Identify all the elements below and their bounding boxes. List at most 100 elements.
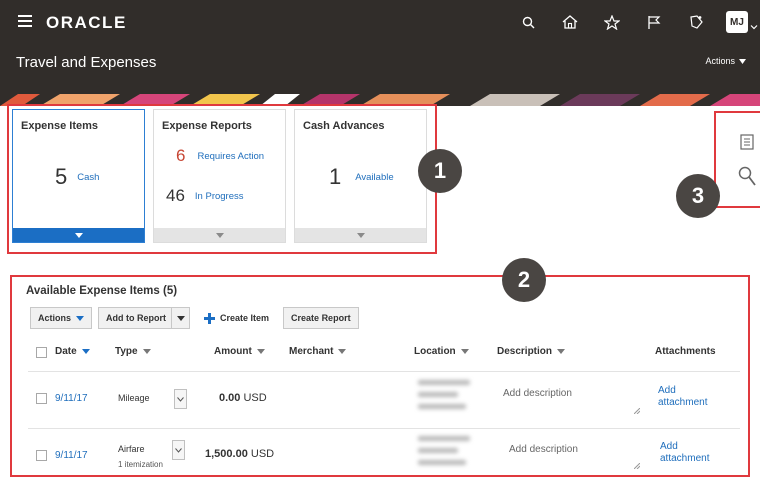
column-merchant[interactable]: Merchant [289,346,347,357]
caret-down-icon [460,349,469,354]
oracle-logo[interactable]: ORACLE [46,13,127,33]
column-date[interactable]: Date [55,346,90,357]
home-icon[interactable] [558,10,582,34]
row-date-link[interactable]: 9/11/17 [55,393,88,404]
add-to-report-label: Add to Report [106,313,167,323]
search-icon[interactable] [516,10,540,34]
add-attachment-link[interactable]: Add attachment [658,385,722,409]
add-attachment-link[interactable]: Add attachment [660,441,724,465]
row-checkbox[interactable] [36,450,47,461]
select-all-checkbox[interactable] [36,347,47,358]
caret-down-icon [176,315,185,321]
callout-box-3 [714,111,760,208]
actions-button-label: Actions [38,313,72,323]
column-amount-label: Amount [214,346,252,357]
card-title: Cash Advances [303,120,385,132]
column-location[interactable]: Location [414,346,469,357]
section-title: Available Expense Items (5) [26,285,178,297]
create-report-button[interactable]: Create Report [283,307,359,329]
caret-down-icon [81,349,90,354]
caret-down-icon [76,315,85,321]
caret-down-icon [142,349,151,354]
column-attachments: Attachments [655,346,716,357]
location-redacted [418,380,476,420]
items-toolbar: Actions Add to Report Create Item Create… [30,307,359,329]
row-amount-value: 1,500.00 [205,448,248,460]
cash-advances-card[interactable]: Cash Advances 1 Available [294,109,427,243]
row-amount-value: 0.00 [219,392,241,404]
plus-icon [204,312,216,324]
resize-handle-icon[interactable] [634,463,640,469]
card-title: Expense Reports [162,120,252,132]
create-item-button[interactable]: Create Item [196,307,278,329]
row-type: Mileage [118,393,150,403]
caret-down-icon [338,349,347,354]
search-icon[interactable] [736,165,758,187]
column-type[interactable]: Type [115,346,151,357]
description-input[interactable]: Add description [509,444,578,455]
divider [28,428,740,429]
card-expand-toggle[interactable] [295,228,426,242]
favorites-star-icon[interactable] [600,10,624,34]
available-link[interactable]: Available [355,172,393,183]
requires-action-count: 6 [176,146,186,165]
row-amount: 0.00 USD [219,392,267,404]
row-checkbox[interactable] [36,393,47,404]
add-to-report-button[interactable]: Add to Report [98,307,191,329]
cash-link[interactable]: Cash [77,172,99,183]
description-input[interactable]: Add description [503,388,572,399]
column-description[interactable]: Description [497,346,566,357]
column-description-label: Description [497,346,553,357]
row-currency: USD [243,392,267,404]
callout-badge-3: 3 [676,174,720,218]
page-actions-menu[interactable]: Actions [705,56,746,66]
caret-down-icon [215,232,224,238]
document-icon[interactable] [736,131,758,153]
notifications-icon[interactable] [684,10,708,34]
column-amount[interactable]: Amount [214,346,265,357]
in-progress-count: 46 [166,186,185,205]
global-header: ORACLE MJ [0,0,760,44]
available-count: 1 [329,164,342,189]
expense-items-card[interactable]: Expense Items 5 Cash [12,109,145,243]
column-date-label: Date [55,346,77,357]
type-select[interactable] [172,440,185,460]
chevron-down-icon [177,396,184,402]
page-header: Travel and Expenses Actions [0,44,760,94]
menu-icon[interactable] [18,15,32,27]
create-report-label: Create Report [291,313,351,323]
cash-count: 5 [55,164,68,189]
divider [28,371,740,372]
callout-badge-2: 2 [502,258,546,302]
resize-handle-icon[interactable] [634,408,640,414]
location-redacted [418,436,476,476]
caret-down-icon [356,232,365,238]
flag-icon[interactable] [642,10,666,34]
user-avatar[interactable]: MJ [726,11,748,33]
add-to-report-dropdown[interactable] [171,308,189,328]
chevron-down-icon [175,447,182,453]
actions-button[interactable]: Actions [30,307,93,329]
column-merchant-label: Merchant [289,346,334,357]
row-date-link[interactable]: 9/11/17 [55,450,88,461]
callout-badge-1: 1 [418,149,462,193]
caret-down-icon [557,349,566,354]
row-currency: USD [250,448,275,460]
card-expand-toggle[interactable] [154,228,285,242]
expense-reports-card[interactable]: Expense Reports 6 Requires Action 46 In … [153,109,286,243]
type-select[interactable] [174,389,187,409]
page-actions-label: Actions [705,56,735,66]
card-expand-toggle[interactable] [13,228,144,242]
caret-down-icon [256,349,265,354]
caret-down-icon [74,232,83,238]
row-amount: 1,500.00 USD [205,448,274,460]
column-attachments-label: Attachments [655,346,716,357]
caret-down-icon [739,58,746,64]
requires-action-link[interactable]: Requires Action [197,151,264,162]
in-progress-link[interactable]: In Progress [195,191,244,202]
create-item-label: Create Item [220,313,270,323]
column-type-label: Type [115,346,138,357]
chevron-down-icon[interactable] [750,18,758,30]
row-type: Airfare [118,444,145,454]
row-subtype: 1 itemization [118,460,163,469]
